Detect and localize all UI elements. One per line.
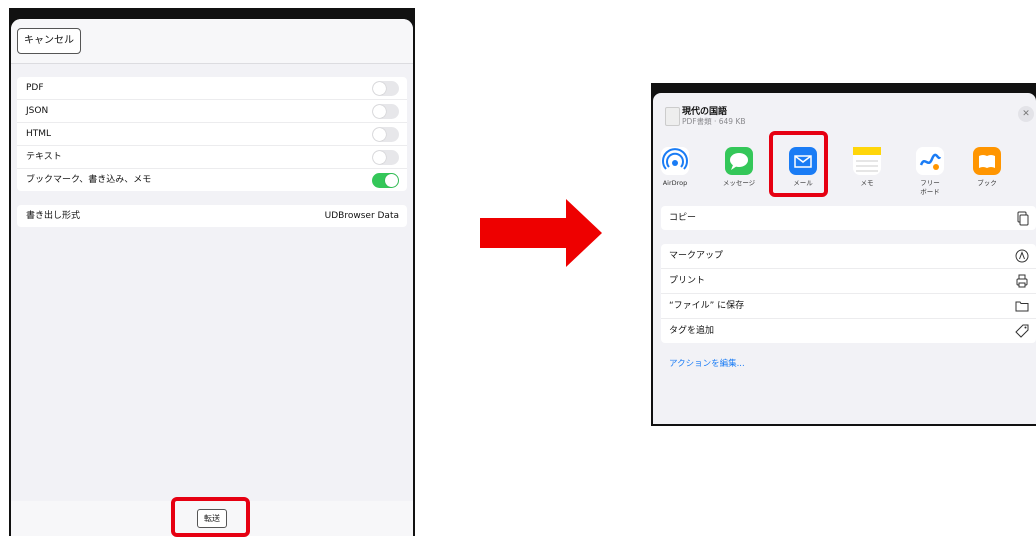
messages-icon <box>725 147 753 175</box>
markup-icon <box>1015 249 1029 263</box>
export-sheet: キャンセル PDF JSON HTML テキスト ブックマーク、書き込み、メモ <box>11 19 413 536</box>
copy-icon <box>1017 211 1029 226</box>
freeform-icon <box>916 147 944 175</box>
toggle-knob <box>373 82 386 95</box>
airdrop-icon <box>661 147 689 175</box>
close-button[interactable]: ✕ <box>1018 106 1034 122</box>
red-arrow-icon <box>480 199 602 267</box>
notes-icon <box>853 147 881 175</box>
action-label: マークアップ <box>669 251 724 261</box>
json-toggle[interactable] <box>372 104 399 119</box>
text-toggle[interactable] <box>372 150 399 165</box>
format-toggle-group: PDF JSON HTML テキスト ブックマーク、書き込み、メモ <box>17 77 407 191</box>
edit-actions-link[interactable]: アクションを編集... <box>669 357 745 369</box>
app-books[interactable]: ブック <box>961 137 1013 188</box>
toggle-label: HTML <box>26 129 52 139</box>
html-toggle[interactable] <box>372 127 399 142</box>
app-airdrop[interactable]: AirDrop <box>653 137 701 188</box>
share-sheet-window: 現代の国語 PDF書類 · 649 KB ✕ AirDrop メッセージ メール <box>651 83 1036 426</box>
books-icon <box>973 147 1001 175</box>
bookmarks-toggle[interactable] <box>372 173 399 188</box>
toggle-knob <box>373 105 386 118</box>
action-save-to-files[interactable]: “ファイル” に保存 <box>661 294 1036 319</box>
mail-app-highlight <box>769 131 828 197</box>
app-notes[interactable]: メモ <box>841 137 893 188</box>
export-settings-window: キャンセル PDF JSON HTML テキスト ブックマーク、書き込み、メモ <box>9 8 415 536</box>
toggle-row-json: JSON <box>17 100 407 123</box>
share-app-row: AirDrop メッセージ メール メモ フリー ボード ブック <box>653 137 1036 199</box>
toggle-label: ブックマーク、書き込み、メモ <box>26 175 152 185</box>
toggle-label: JSON <box>26 106 49 116</box>
export-format-group: 書き出し形式 UDBrowser Data <box>17 205 407 227</box>
send-button-highlight <box>171 497 250 537</box>
close-icon: ✕ <box>1022 109 1030 119</box>
toggle-label: テキスト <box>26 152 62 162</box>
cancel-button[interactable]: キャンセル <box>17 28 81 54</box>
action-copy[interactable]: コピー <box>661 206 1036 230</box>
action-markup[interactable]: マークアップ <box>661 244 1036 269</box>
top-bar: キャンセル <box>11 19 413 64</box>
app-label: AirDrop <box>662 179 688 187</box>
export-format-row[interactable]: 書き出し形式 UDBrowser Data <box>17 205 407 227</box>
app-label: ブック <box>977 179 997 187</box>
toggle-row-text: テキスト <box>17 146 407 169</box>
document-subtitle: PDF書類 · 649 KB <box>682 117 746 126</box>
export-format-label: 書き出し形式 <box>26 211 81 221</box>
toggle-knob <box>385 174 398 187</box>
print-icon <box>1016 274 1028 288</box>
toggle-label: PDF <box>26 83 44 93</box>
copy-action-group: コピー <box>661 206 1036 230</box>
toggle-knob <box>373 151 386 164</box>
pdf-document-icon <box>665 107 680 126</box>
share-sheet: 現代の国語 PDF書類 · 649 KB ✕ AirDrop メッセージ メール <box>653 93 1036 424</box>
toggle-knob <box>373 128 386 141</box>
app-label: フリー ボード <box>920 179 940 196</box>
action-label: プリント <box>669 276 706 286</box>
pdf-toggle[interactable] <box>372 81 399 96</box>
action-label: コピー <box>669 213 697 223</box>
app-messages[interactable]: メッセージ <box>713 137 765 188</box>
toggle-row-html: HTML <box>17 123 407 146</box>
action-list: マークアップ プリント “ファイル” に保存 タグを追加 <box>661 244 1036 343</box>
toggle-row-pdf: PDF <box>17 77 407 100</box>
action-add-tag[interactable]: タグを追加 <box>661 319 1036 343</box>
action-label: “ファイル” に保存 <box>669 301 745 311</box>
app-label: メモ <box>860 179 874 187</box>
folder-icon <box>1015 301 1029 312</box>
export-format-value: UDBrowser Data <box>324 211 399 221</box>
toggle-row-bookmarks: ブックマーク、書き込み、メモ <box>17 169 407 191</box>
action-print[interactable]: プリント <box>661 269 1036 294</box>
tag-icon <box>1015 324 1029 338</box>
app-freeform[interactable]: フリー ボード <box>904 137 956 197</box>
action-label: タグを追加 <box>669 326 715 336</box>
app-label: メッセージ <box>722 179 756 187</box>
